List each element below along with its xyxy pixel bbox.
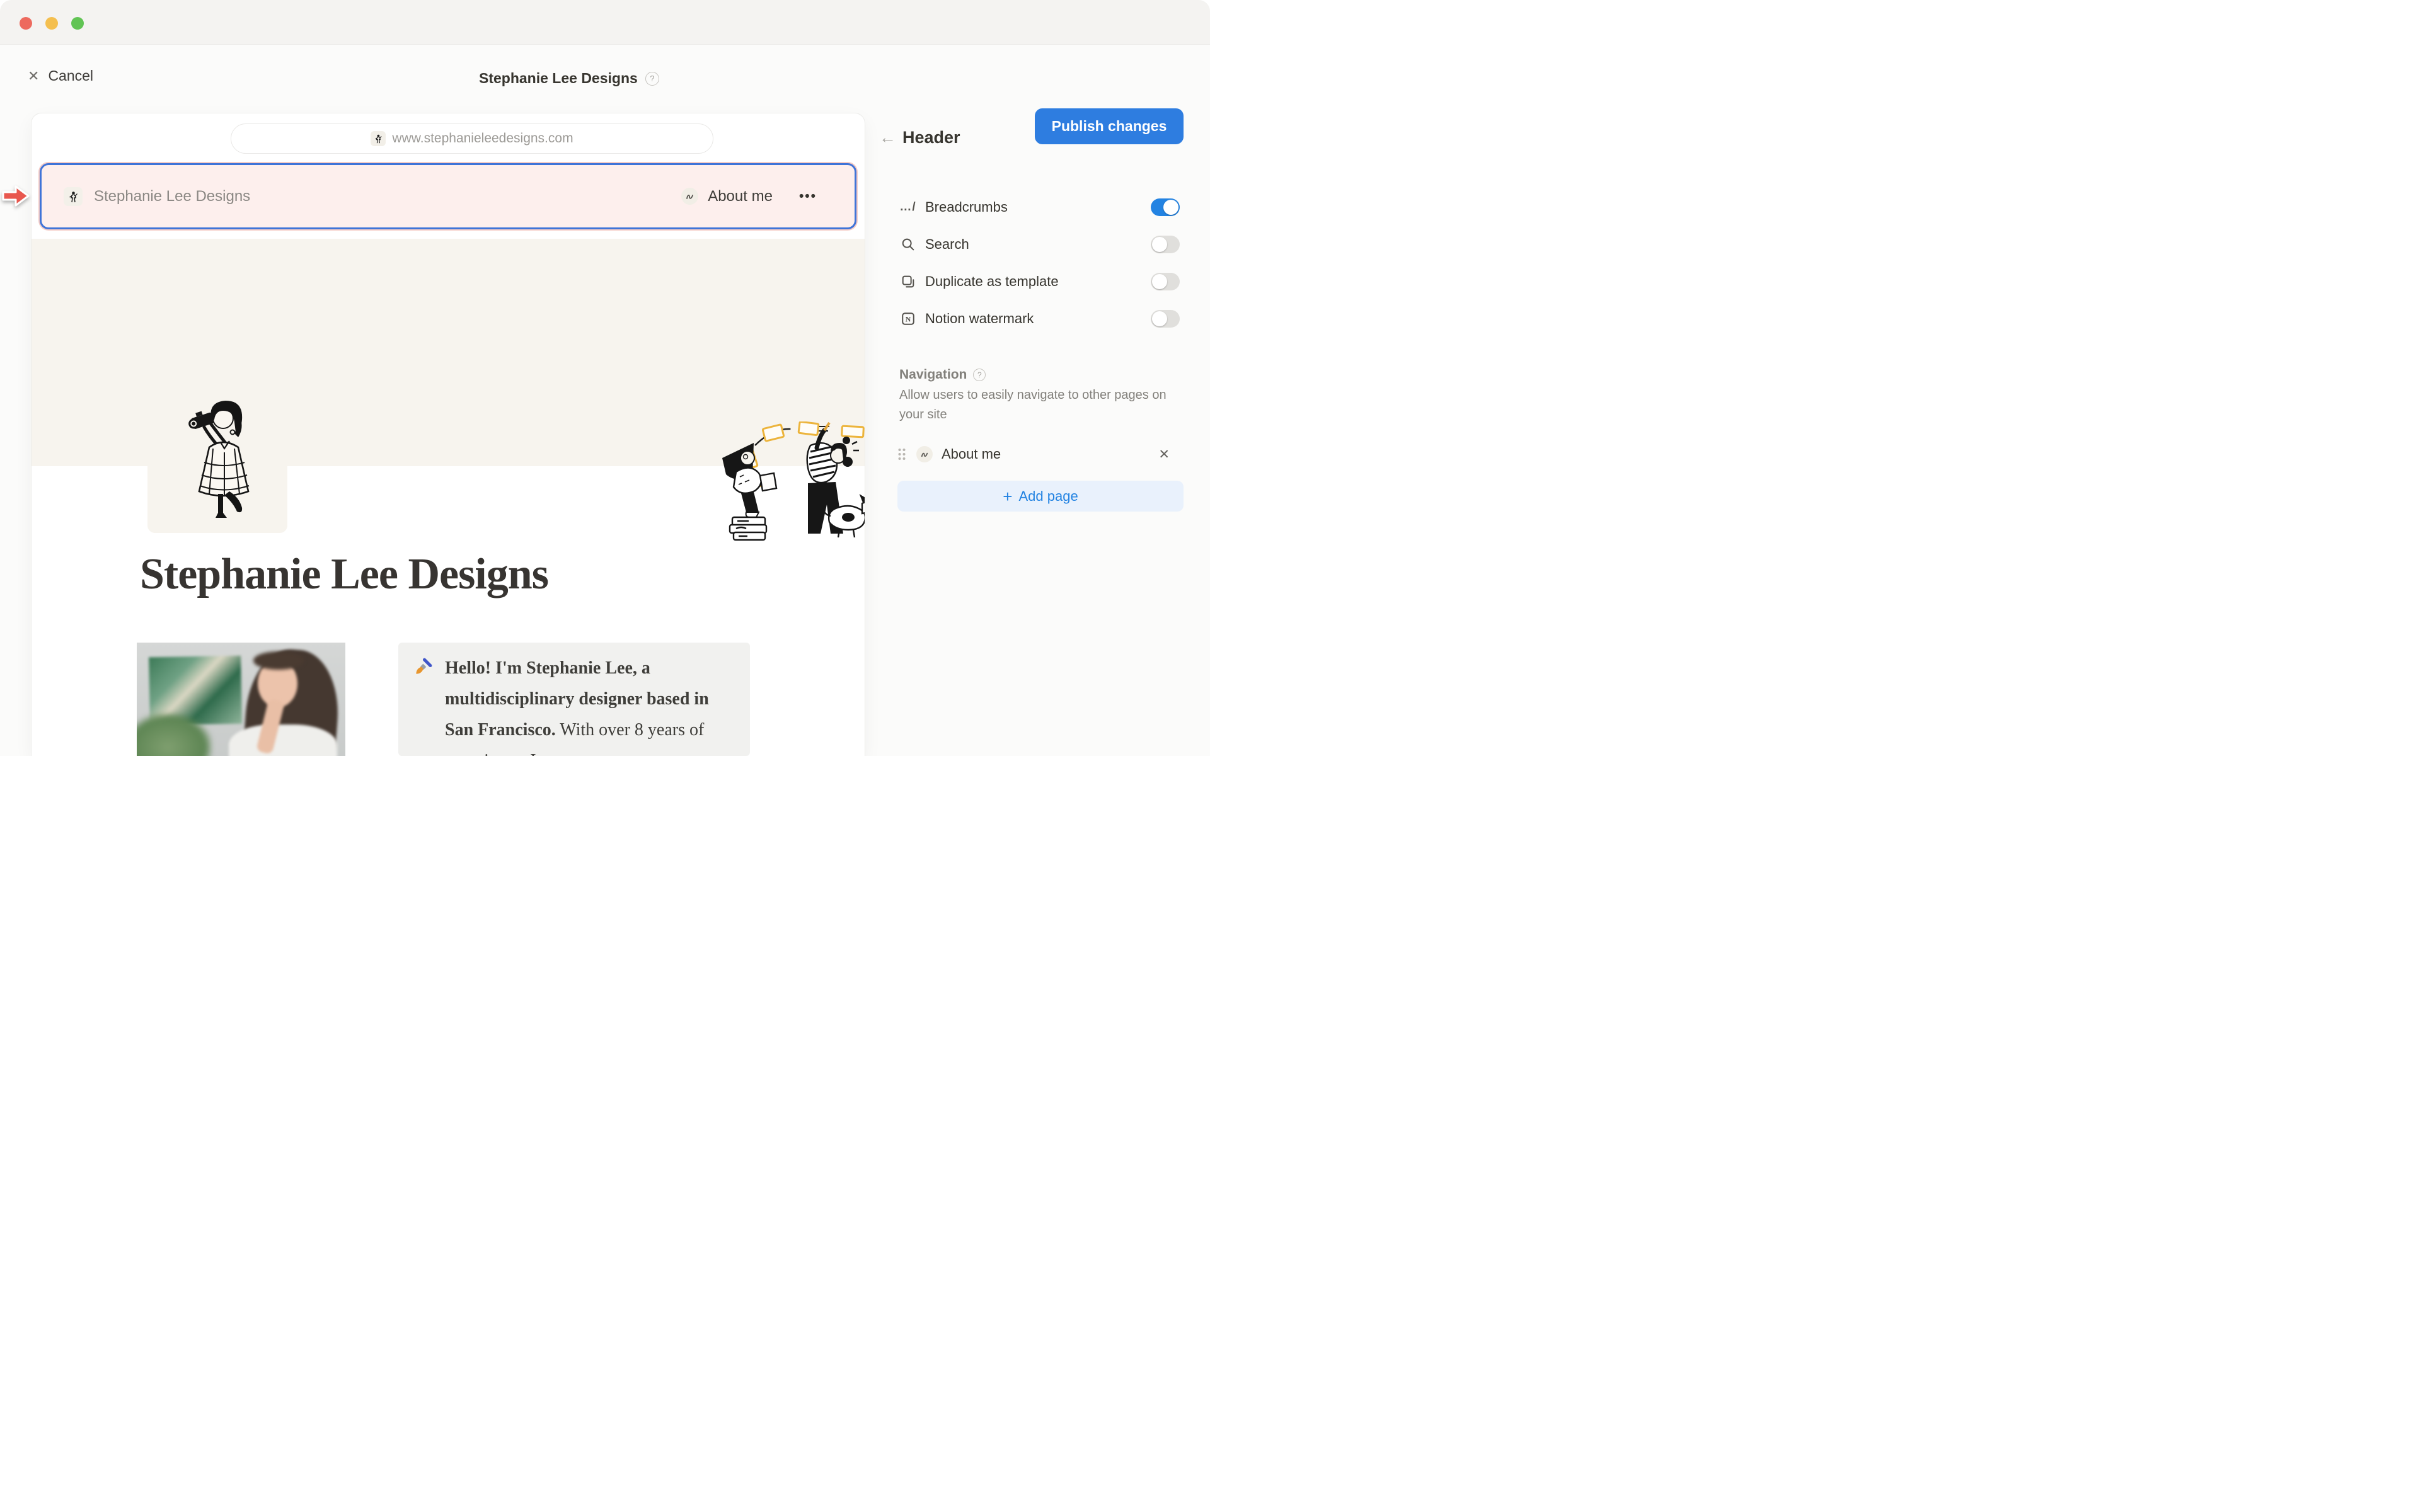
app-window: ✕ Cancel Stephanie Lee Designs ? Publish…: [0, 0, 1210, 756]
help-icon[interactable]: ?: [973, 369, 986, 381]
close-icon: ✕: [28, 68, 39, 84]
photo-plant: [137, 713, 212, 756]
profile-photo: [137, 643, 345, 756]
cancel-label: Cancel: [48, 67, 93, 84]
duplicate-label: Duplicate as template: [925, 273, 1059, 290]
intro-callout: Hello! I'm Stephanie Lee, a multidiscipl…: [398, 643, 750, 756]
url-text: www.stephanieleedesigns.com: [392, 131, 573, 146]
watermark-row: N Notion watermark: [899, 307, 1180, 330]
about-me-page-icon: [916, 446, 933, 462]
zoom-window-button[interactable]: [71, 17, 84, 30]
screen: ✕ Cancel Stephanie Lee Designs ? Publish…: [0, 0, 1210, 756]
annotation-arrow-icon: [1, 183, 30, 209]
search-icon: [899, 237, 916, 252]
site-header-title: Stephanie Lee Designs: [94, 188, 250, 205]
nav-page-label: About me: [942, 446, 1001, 462]
site-favicon-icon: [371, 131, 386, 146]
add-page-label: Add page: [1018, 488, 1078, 505]
site-preview-card: www.stephanieleedesigns.com Stephanie Le…: [32, 113, 865, 756]
search-row: Search: [899, 233, 1180, 256]
url-bar[interactable]: www.stephanieleedesigns.com: [231, 123, 713, 154]
sidebar-title: Header: [902, 128, 960, 147]
paintbrush-icon: [413, 658, 432, 756]
photo-bangs: [253, 651, 303, 670]
add-page-button[interactable]: + Add page: [897, 481, 1184, 512]
nav-page-row-about-me[interactable]: About me ✕: [897, 443, 1180, 466]
help-glyph: ?: [650, 74, 654, 83]
intro-text: Hello! I'm Stephanie Lee, a multidiscipl…: [445, 653, 718, 756]
search-label: Search: [925, 236, 969, 253]
search-toggle[interactable]: [1151, 236, 1180, 253]
svg-text:N: N: [905, 315, 911, 324]
drag-handle-icon[interactable]: [897, 447, 906, 461]
cancel-button[interactable]: ✕ Cancel: [28, 67, 93, 84]
about-me-page-icon: [681, 188, 698, 205]
duplicate-icon: [899, 274, 916, 289]
page-title-text: Stephanie Lee Designs: [479, 70, 638, 87]
breadcrumbs-label: Breadcrumbs: [925, 199, 1008, 215]
navigation-section-header: Navigation ?: [899, 367, 986, 382]
page-title: Stephanie Lee Designs ?: [479, 70, 659, 87]
plus-icon: +: [1003, 488, 1012, 505]
site-logo-icon: [64, 187, 83, 206]
settings-sidebar: ← Header …/ Breadcrumbs Search Duplicate…: [870, 0, 1210, 756]
breadcrumbs-row: …/ Breadcrumbs: [899, 196, 1180, 219]
hero-illustration: [718, 421, 865, 544]
photographer-illustration: [185, 397, 265, 520]
breadcrumbs-toggle[interactable]: [1151, 198, 1180, 216]
back-icon[interactable]: ←: [879, 129, 896, 146]
duplicate-row: Duplicate as template: [899, 270, 1180, 293]
notion-logo-icon: N: [899, 311, 916, 326]
close-window-button[interactable]: [20, 17, 32, 30]
minimize-window-button[interactable]: [45, 17, 58, 30]
watermark-label: Notion watermark: [925, 311, 1034, 327]
remove-page-icon[interactable]: ✕: [1158, 447, 1170, 462]
site-heading: Stephanie Lee Designs: [140, 549, 548, 600]
navigation-label: Navigation: [899, 367, 967, 382]
navigation-description: Allow users to easily navigate to other …: [899, 386, 1180, 425]
watermark-toggle[interactable]: [1151, 310, 1180, 328]
more-options-icon[interactable]: •••: [799, 189, 817, 204]
breadcrumbs-icon: …/: [899, 200, 916, 214]
site-header-selected[interactable]: Stephanie Lee Designs About me •••: [40, 163, 856, 229]
help-icon[interactable]: ?: [645, 72, 659, 86]
site-nav-about-me[interactable]: About me: [708, 188, 773, 205]
duplicate-toggle[interactable]: [1151, 273, 1180, 290]
photo-shirt: [229, 724, 337, 756]
